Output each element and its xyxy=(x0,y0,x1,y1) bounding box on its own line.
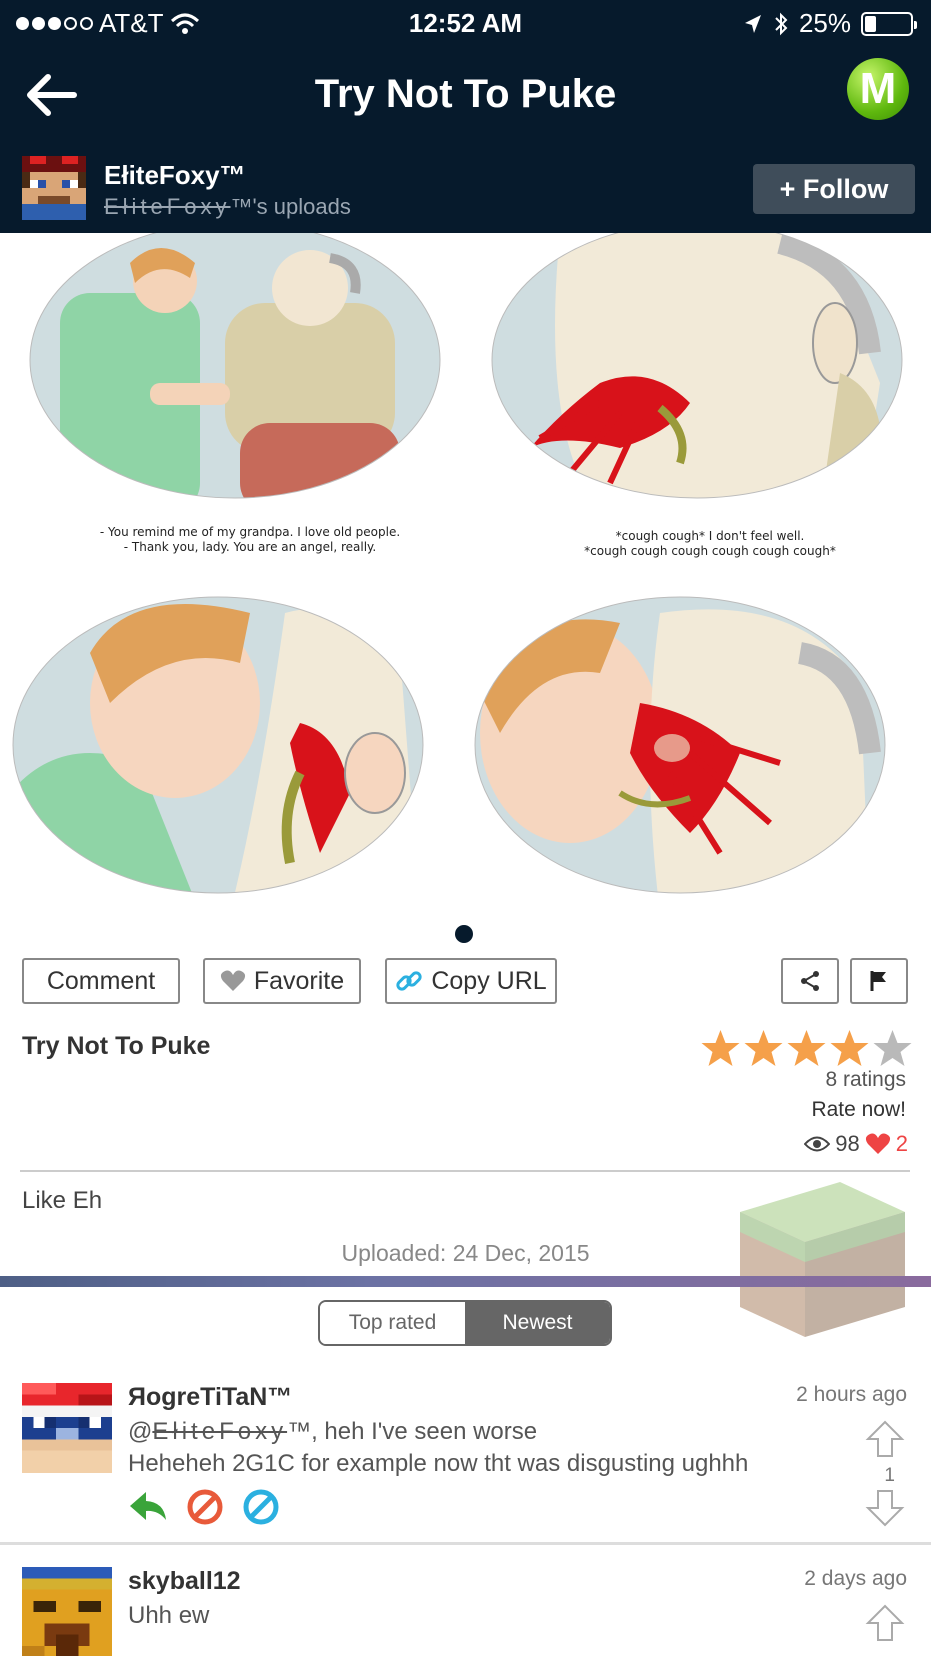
comment-text-line-1: @EłiteFoxy™, heh I've seen worse xyxy=(128,1418,537,1446)
app-header: AT&T 12:52 AM 25% Try Not To Puke M Ełit… xyxy=(0,0,931,233)
location-arrow-icon xyxy=(744,14,761,33)
comment-button[interactable]: Comment xyxy=(22,958,180,1004)
downvote-arrow-icon[interactable] xyxy=(865,1488,905,1528)
like-count: 2 xyxy=(895,1131,908,1156)
heart-icon xyxy=(220,970,245,991)
status-bar: AT&T 12:52 AM 25% xyxy=(0,0,931,46)
share-button[interactable] xyxy=(781,958,839,1004)
hide-icon[interactable] xyxy=(242,1488,280,1526)
post-image[interactable]: - You remind me of my grandpa. I love ol… xyxy=(0,233,931,913)
reply-icon[interactable] xyxy=(128,1488,168,1524)
bluetooth-icon xyxy=(775,12,788,35)
comic-panel-3 xyxy=(13,597,423,893)
share-icon xyxy=(801,971,819,991)
star-icon[interactable] xyxy=(786,1028,827,1068)
star-icon[interactable] xyxy=(700,1028,741,1068)
comment-text-line-1: Uhh ew xyxy=(128,1602,210,1629)
comment-time: 2 days ago xyxy=(804,1567,907,1590)
rating-stars[interactable] xyxy=(700,1028,913,1068)
vote-count: 1 xyxy=(884,1465,895,1486)
sort-top-rated-button[interactable]: Top rated xyxy=(320,1302,465,1344)
rate-now-link[interactable]: Rate now! xyxy=(811,1098,906,1122)
uploader-avatar[interactable] xyxy=(22,156,86,220)
comment-text-rest: ™, heh I've seen worse xyxy=(287,1418,538,1445)
report-button[interactable] xyxy=(850,958,908,1004)
block-icon[interactable] xyxy=(186,1488,224,1526)
uploader-sub-suffix: ™'s uploads xyxy=(230,194,351,219)
post-description: Like Eh xyxy=(22,1187,103,1214)
commenter-avatar[interactable] xyxy=(22,1567,112,1656)
eye-icon xyxy=(804,1136,831,1152)
uploader-bar: EłiteFoxy™ EłiteFoxy™'s uploads + Follow xyxy=(0,150,931,233)
copy-url-button[interactable]: Copy URL xyxy=(385,958,557,1004)
comment-button-label: Comment xyxy=(46,966,156,995)
comment-actions xyxy=(128,1488,280,1526)
sort-newest-button[interactable]: Newest xyxy=(465,1302,610,1344)
flag-icon xyxy=(870,971,886,991)
post-actions: Comment Favorite Copy URL xyxy=(0,958,931,1008)
uploader-sub-name: EłiteFoxy xyxy=(104,194,231,219)
uploader-uploads-link[interactable]: EłiteFoxy™'s uploads xyxy=(104,194,351,220)
mention-prefix: @ xyxy=(128,1418,153,1445)
comic-panels xyxy=(12,233,903,894)
follow-button[interactable]: + Follow xyxy=(753,164,915,214)
uploader-name[interactable]: EłiteFoxy™ xyxy=(104,160,246,191)
post-stats: 98 2 xyxy=(804,1131,908,1157)
favorite-button[interactable]: Favorite xyxy=(203,958,361,1004)
view-count: 98 xyxy=(835,1131,860,1156)
comic-panel-4 xyxy=(475,597,885,893)
battery-percent: 25% xyxy=(798,8,851,38)
comic-panel-1 xyxy=(30,233,440,498)
comment-time: 2 hours ago xyxy=(796,1383,907,1406)
favorite-button-label: Favorite xyxy=(253,966,345,995)
page-title: Try Not To Puke xyxy=(314,72,617,116)
comic-caption-1: - You remind me of my grandpa. I love ol… xyxy=(99,525,401,554)
upvote-arrow-icon[interactable] xyxy=(865,1603,905,1643)
comment-item: skyball12 2 days ago Uhh ew xyxy=(0,1567,931,1656)
upload-date: Uploaded: 24 Dec, 2015 xyxy=(341,1240,590,1266)
page-indicator-dot xyxy=(455,925,473,943)
nav-bar: Try Not To Puke M xyxy=(0,48,931,146)
ratings-count: 8 ratings xyxy=(825,1068,906,1091)
comment-divider xyxy=(0,1542,931,1545)
star-icon[interactable] xyxy=(872,1028,913,1068)
comment-text-line-2: Heheheh 2G1C for example now tht was dis… xyxy=(128,1450,749,1477)
copy-url-button-label: Copy URL xyxy=(431,966,547,995)
app-logo-button[interactable]: M xyxy=(847,58,909,120)
comment-username[interactable]: ЯogreTiTaN™ xyxy=(128,1383,292,1412)
star-icon[interactable] xyxy=(743,1028,784,1068)
battery-icon xyxy=(861,11,917,36)
upvote-arrow-icon[interactable] xyxy=(865,1419,905,1459)
status-right: 25% xyxy=(743,8,917,39)
star-icon[interactable] xyxy=(829,1028,870,1068)
comic-panel-2 xyxy=(492,233,902,498)
mention-user-link[interactable]: EłiteFoxy xyxy=(152,1418,287,1445)
comic-caption-2: *cough cough* I don't feel well. *cough … xyxy=(584,529,836,558)
post-title: Try Not To Puke xyxy=(22,1032,211,1060)
comment-sort-toggle: Top rated Newest xyxy=(318,1300,612,1346)
commenter-avatar[interactable] xyxy=(22,1383,112,1473)
comment-username[interactable]: skyball12 xyxy=(128,1567,241,1596)
comment-item: ЯogreTiTaN™ 2 hours ago @EłiteFoxy™, heh… xyxy=(0,1383,931,1543)
heart-icon xyxy=(865,1133,890,1154)
section-color-bar xyxy=(0,1276,931,1287)
link-icon xyxy=(396,971,422,991)
